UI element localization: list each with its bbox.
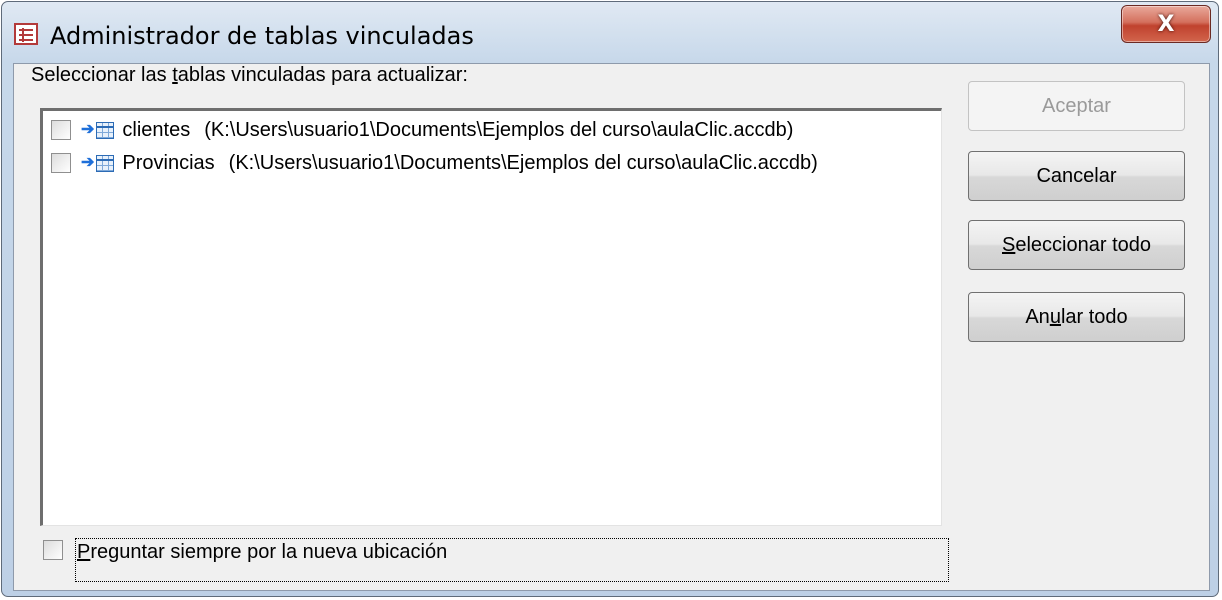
list-item[interactable]: ➔ Provincias (K:\Users\usuario1\Document… [51,148,818,178]
tables-prompt-label: Seleccionar las tablas vinculadas para a… [31,64,468,86]
dialog-window: Administrador de tablas vinculadas X Sel… [1,1,1219,597]
table-name: Provincias [122,151,215,174]
close-button[interactable]: X [1121,5,1211,43]
anular-todo-button[interactable]: An u lar todo [968,292,1185,342]
link-arrow-icon: ➔ [81,154,95,171]
aceptar-button[interactable]: Aceptar [968,81,1185,131]
always-ask-checkbox[interactable] [43,540,63,560]
link-arrow-icon: ➔ [81,121,95,138]
linked-tables-list[interactable]: ➔ clientes (K:\Users\usuario1\Documents\… [40,108,942,526]
table-path: (K:\Users\usuario1\Documents\Ejemplos de… [204,118,794,141]
seleccionar-todo-button[interactable]: Seleccionar todo [968,220,1185,270]
table-checkbox[interactable] [51,120,71,140]
cancelar-button[interactable]: Cancelar [968,151,1185,201]
table-form-icon [14,23,38,45]
table-checkbox[interactable] [51,153,71,173]
always-ask-label[interactable]: Preguntar siempre por la nueva ubicación [75,538,949,582]
window-title: Administrador de tablas vinculadas [50,22,474,50]
table-name: clientes [122,118,191,141]
table-icon [96,121,115,139]
list-item[interactable]: ➔ clientes (K:\Users\usuario1\Documents\… [51,115,793,145]
table-icon [96,154,115,172]
table-path: (K:\Users\usuario1\Documents\Ejemplos de… [228,151,818,174]
title-bar[interactable]: Administrador de tablas vinculadas X [2,2,1218,66]
